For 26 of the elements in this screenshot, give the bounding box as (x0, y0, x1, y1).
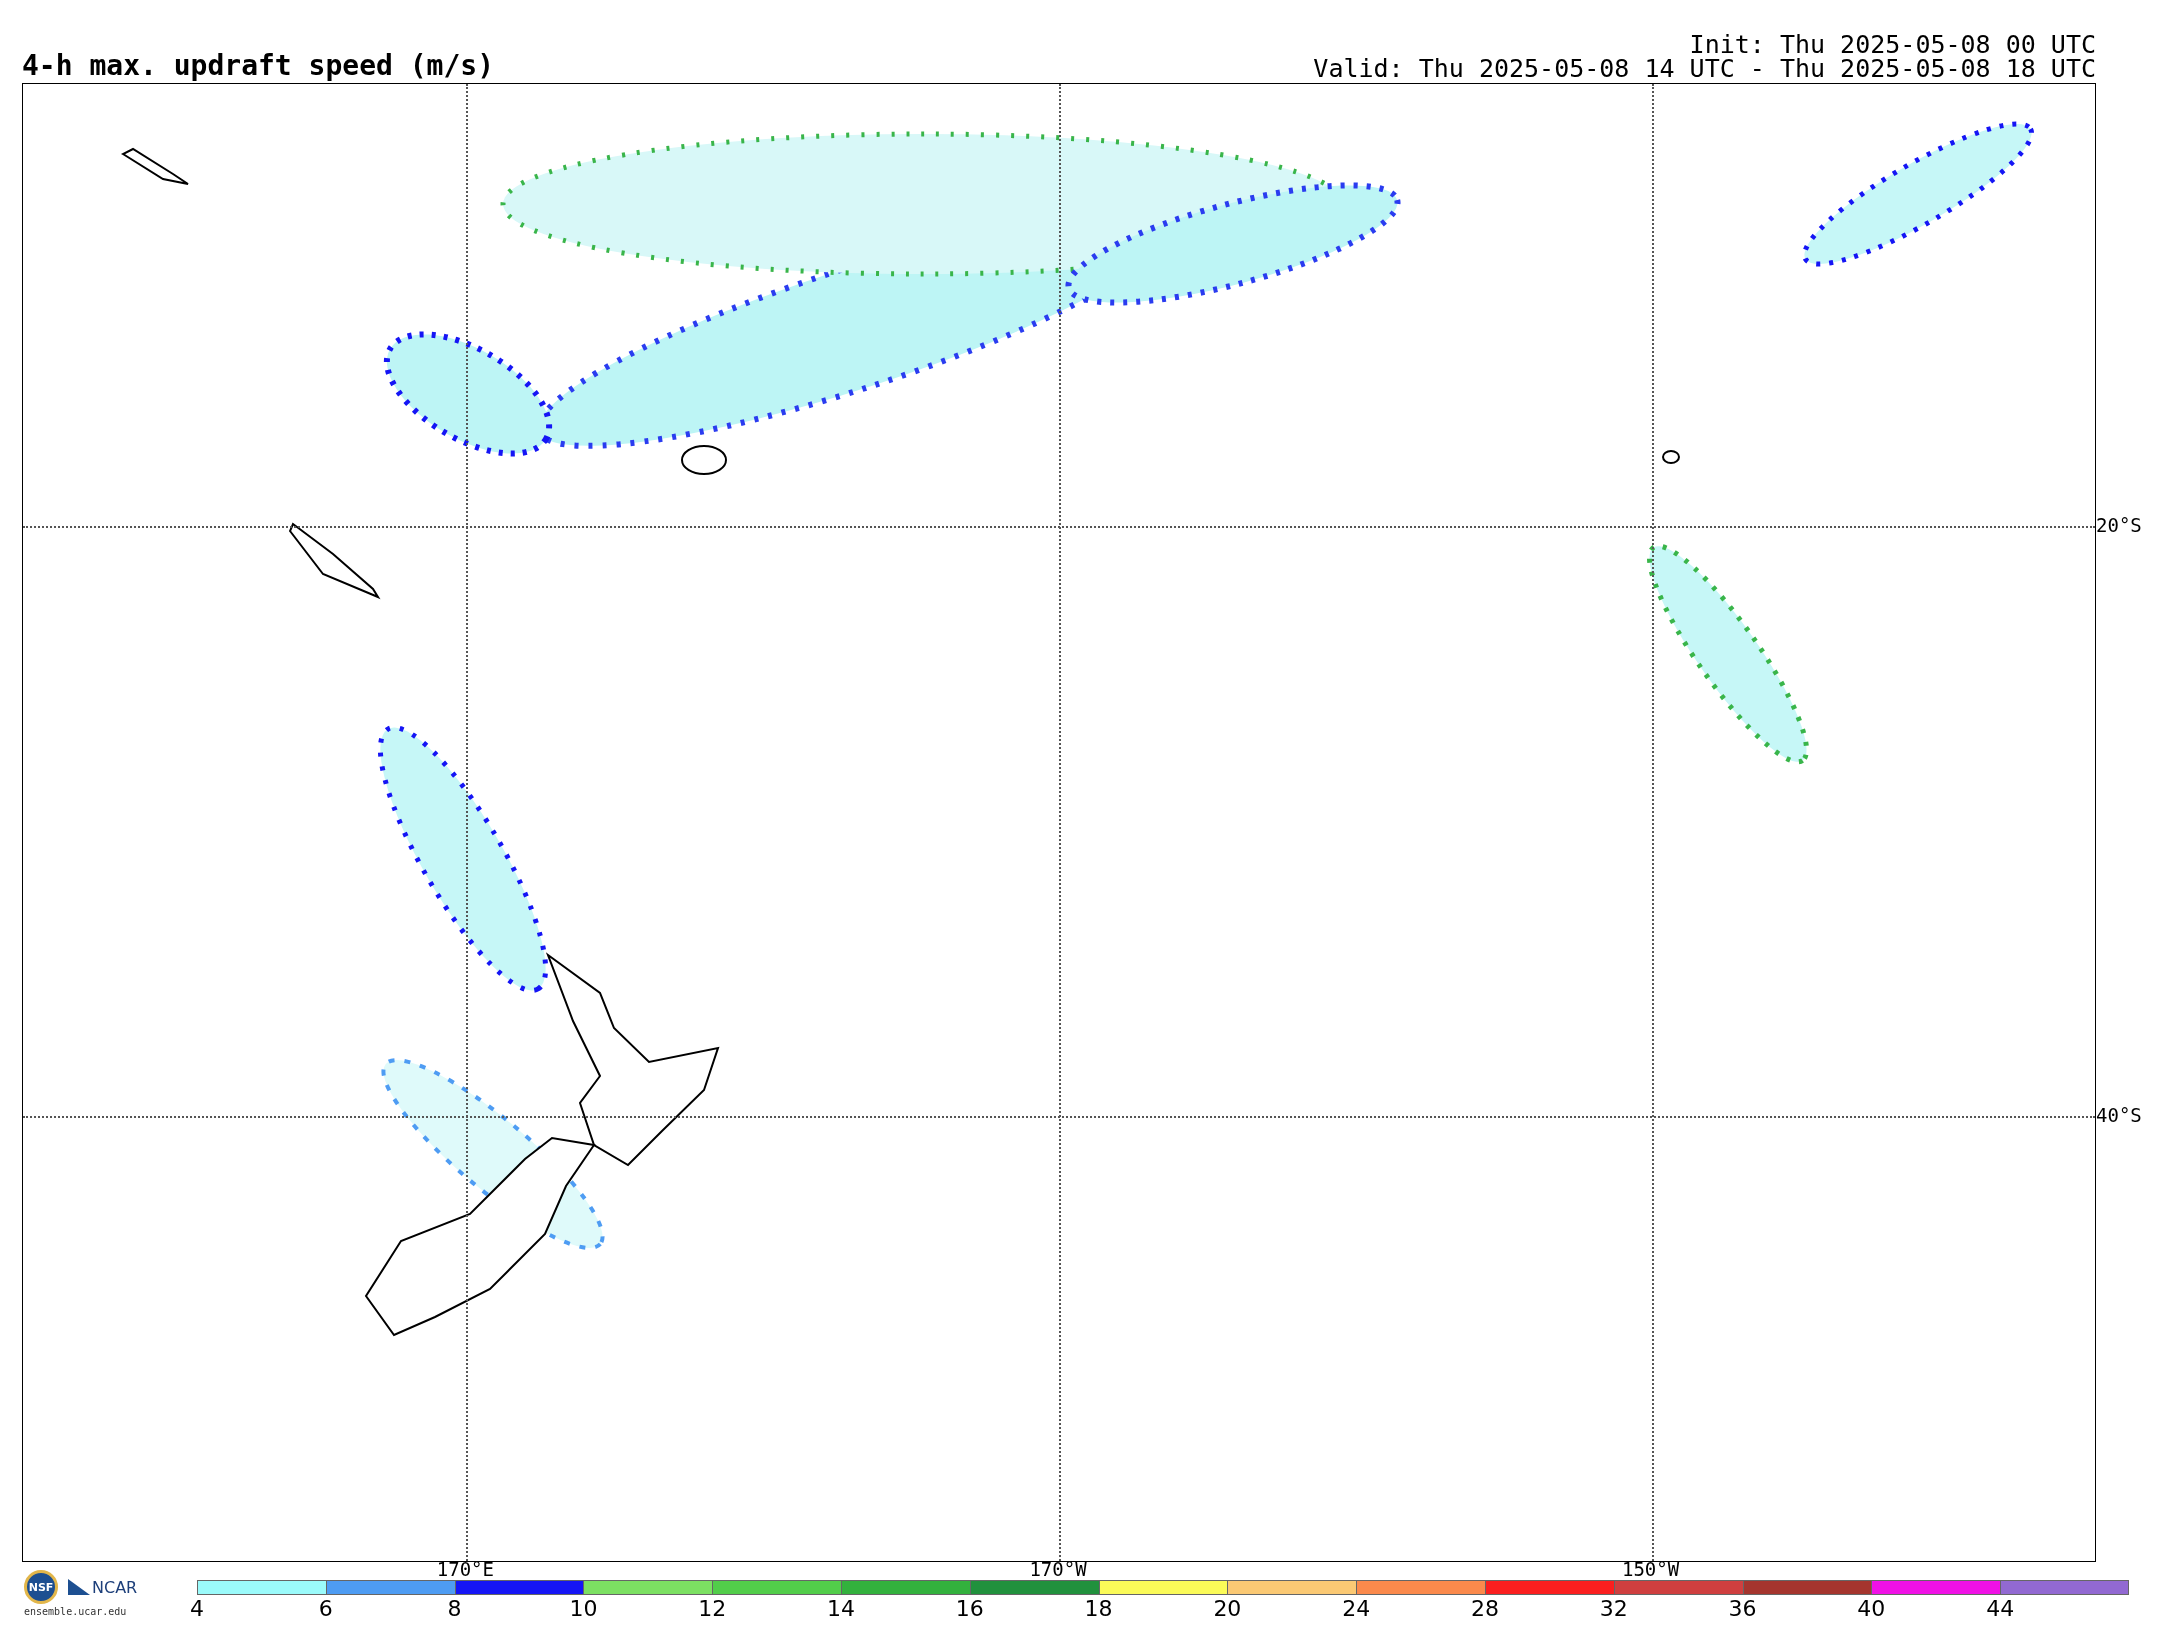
colorbar-label: 6 (318, 1596, 333, 1621)
ncar-logo: NCAR (68, 1577, 138, 1597)
chart-title: 4-h max. updraft speed (m/s) (22, 51, 494, 81)
colorbar-label: 40 (1857, 1596, 1886, 1621)
colorbar-label: 20 (1213, 1596, 1242, 1621)
colorbar-label: 36 (1728, 1596, 1757, 1621)
colorbar-label: 24 (1342, 1596, 1371, 1621)
colorbar-label: 28 (1470, 1596, 1499, 1621)
valid-time: Valid: Thu 2025-05-08 14 UTC - Thu 2025-05-08 18 UTC (1313, 57, 2096, 81)
longitude-label: 170°W (1029, 1558, 1087, 1580)
latitude-label: 20°S (2096, 513, 2142, 536)
colorbar-label: 12 (698, 1596, 727, 1621)
latitude-label: 40°S (2096, 1104, 2142, 1127)
longitude-label: 170°E (436, 1558, 494, 1580)
nsf-logo: NSF (24, 1570, 58, 1604)
colorbar-label: 16 (955, 1596, 984, 1621)
colorbar-label: 44 (1986, 1596, 2015, 1621)
init-time: Init: Thu 2025-05-08 00 UTC (1689, 33, 2096, 57)
colorbar-label: 4 (190, 1596, 204, 1621)
colorbar-label: 14 (827, 1596, 855, 1621)
colorbar-label: 8 (447, 1596, 462, 1621)
website-url: ensemble.ucar.edu (24, 1606, 128, 1617)
longitude-label: 150°W (1622, 1558, 1680, 1580)
colorbar-label: 18 (1084, 1596, 1113, 1621)
colorbar-label: 32 (1599, 1596, 1628, 1621)
colorbar-label: 10 (569, 1596, 598, 1621)
